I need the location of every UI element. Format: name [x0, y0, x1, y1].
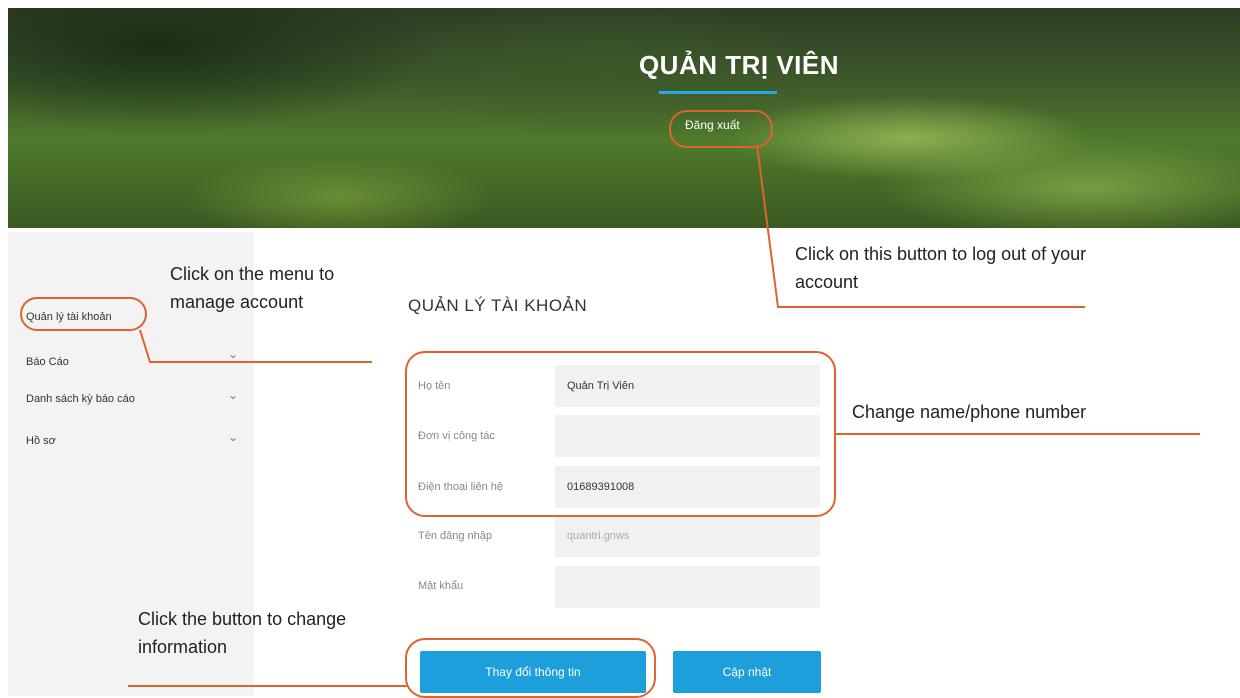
change-button-annotation: Click the button to change information: [138, 609, 347, 657]
name-phone-annotation: Change name/phone number: [852, 402, 1087, 422]
logout-annotation: Click on this button to log out of your …: [795, 244, 1087, 292]
menu-callout-line: [139, 329, 372, 363]
menu-annotation: Click on the menu to manage account: [170, 264, 335, 312]
callout-lines: [128, 144, 1200, 687]
